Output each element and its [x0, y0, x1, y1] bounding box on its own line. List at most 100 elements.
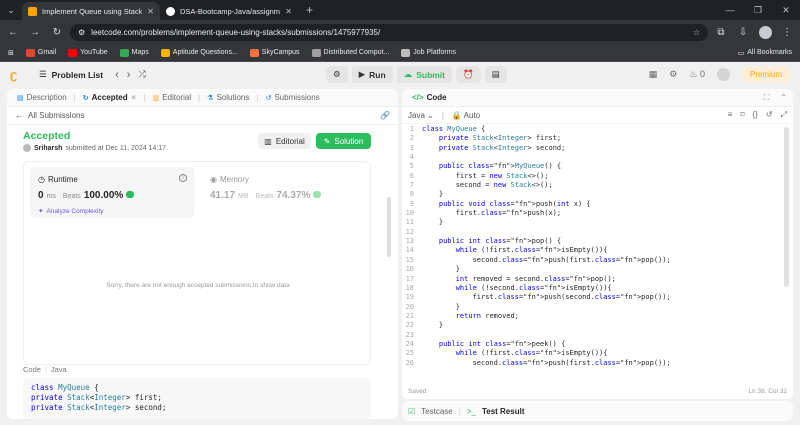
extensions-icon[interactable]: ⧉ — [712, 23, 730, 41]
bookmark-youtube[interactable]: YouTube — [68, 48, 108, 57]
runtime-card[interactable]: ◷ Runtime i 0 ms Beats 100.00% ✦ Analyze C… — [30, 167, 195, 218]
all-submissions-link[interactable]: ← All Submissions 🔗 — [7, 107, 398, 125]
code-line[interactable]: 11 } — [402, 218, 793, 227]
code-line[interactable]: 5 public class="fn">MyQueue() { — [402, 162, 793, 171]
code-line[interactable]: 17 int removed = second.class="fn">pop()… — [402, 275, 793, 284]
prev-problem-icon[interactable]: ‹ — [115, 69, 119, 81]
run-button[interactable]: ▶ Run — [351, 66, 393, 83]
bookmark-job-platforms[interactable]: Job Platforms — [401, 48, 456, 57]
analyze-complexity-link[interactable]: ✦ Analyze Complexity — [38, 207, 104, 216]
language-select[interactable]: Java ⌄ — [408, 111, 434, 120]
code-line[interactable]: 10 first.class="fn">push(x); — [402, 209, 793, 218]
tab-submissions[interactable]: ↺ Submissions — [261, 93, 323, 102]
profile-avatar[interactable] — [756, 23, 774, 41]
code-line[interactable]: 18 while (!second.class="fn">isEmpty()){ — [402, 284, 793, 293]
shuffle-icon[interactable]: ⤮ — [138, 69, 145, 80]
code-line[interactable]: 23 — [402, 331, 793, 340]
tab-search-icon[interactable]: ⌄ — [0, 0, 22, 20]
settings-gear-icon[interactable]: ⚙ — [669, 69, 677, 80]
line-text: } — [422, 321, 444, 330]
all-bookmarks[interactable]: ▭ All Bookmarks — [738, 49, 792, 57]
submission-user[interactable]: Sriharsh — [34, 145, 62, 152]
code-line[interactable]: 13 public int class="fn">pop() { — [402, 237, 793, 246]
code-line[interactable]: 7 second = new Stack<>(); — [402, 181, 793, 190]
code-line[interactable]: 2 private Stack<Integer> first; — [402, 134, 793, 143]
debug-button[interactable]: ⚙ — [326, 66, 348, 83]
braces-icon[interactable]: {} — [753, 110, 758, 120]
code-editor[interactable]: 1 class MyQueue {2 private Stack<Integer>… — [402, 125, 793, 375]
leetcode-logo-icon[interactable]: ʗ — [10, 68, 23, 81]
code-line[interactable]: 19 first.class="fn">push(second.class="f… — [402, 293, 793, 302]
code-line[interactable]: 8 } — [402, 190, 793, 199]
url-bar[interactable]: ⚙ leetcode.com/problems/implement-queue-… — [70, 23, 708, 41]
bookmark-gmail[interactable]: Gmail — [25, 48, 56, 57]
code-line[interactable]: 3 private Stack<Integer> second; — [402, 144, 793, 153]
tab-code[interactable]: </> Code — [408, 93, 451, 102]
code-line[interactable]: 24 public int class="fn">peek() { — [402, 340, 793, 349]
downloads-icon[interactable]: ⇩ — [734, 23, 752, 41]
reset-icon[interactable]: ↺ — [766, 110, 773, 120]
timer-button[interactable]: ⏰ — [456, 66, 481, 83]
new-tab-icon[interactable]: + — [298, 3, 321, 20]
close-tab-icon[interactable]: ✕ — [131, 94, 137, 102]
tab-accepted[interactable]: ↻ Accepted ✕ — [79, 93, 141, 102]
browser-menu-icon[interactable]: ⋮ — [778, 23, 796, 41]
tab-solutions[interactable]: ⚗ Solutions — [203, 93, 253, 102]
submit-button[interactable]: ☁ Submit — [396, 66, 453, 83]
code-line[interactable]: 15 second.class="fn">push(first.class="f… — [402, 256, 793, 265]
code-line[interactable]: 9 public void class="fn">push(int x) { — [402, 200, 793, 209]
close-window-icon[interactable]: ✕ — [772, 5, 800, 16]
auto-mode[interactable]: 🔒 Auto — [452, 111, 480, 120]
format-icon[interactable]: ≡ — [728, 110, 733, 120]
close-tab-icon[interactable]: ✕ — [285, 7, 292, 16]
solution-button[interactable]: ✎ Solution — [316, 133, 371, 149]
maximize-panel-icon[interactable]: ⛶ — [764, 93, 770, 103]
user-avatar[interactable] — [716, 68, 730, 81]
reload-icon[interactable]: ↻ — [48, 23, 66, 41]
code-line[interactable]: 6 first = new Stack<>(); — [402, 172, 793, 181]
editorial-button[interactable]: ▥ Editorial — [258, 133, 311, 149]
browser-tab-github[interactable]: DSA-Bootcamp-Java/assignme ✕ — [160, 2, 298, 20]
back-icon[interactable]: ← — [4, 23, 22, 41]
memory-card[interactable]: ◉ Memory 41.17 MB Beats 74.37% — [210, 167, 360, 218]
premium-button[interactable]: Premium — [741, 67, 790, 82]
bookmark-icon[interactable]: ⌑ — [740, 110, 744, 120]
code-line[interactable]: 1 class MyQueue { — [402, 125, 793, 134]
tab-description[interactable]: ▤ Description — [13, 93, 71, 102]
streak[interactable]: ♨ 0 — [689, 69, 705, 80]
fullscreen-icon[interactable]: ⤢ — [781, 110, 787, 120]
tab-editorial[interactable]: ▥ Editorial — [149, 93, 196, 102]
bookmark-star-icon[interactable]: ☆ — [693, 28, 700, 37]
layout-icon[interactable]: ▦ — [649, 69, 658, 80]
maximize-icon[interactable]: ❐ — [744, 5, 772, 16]
bookmark-skycampus[interactable]: SkyCampus — [249, 48, 300, 57]
next-problem-icon[interactable]: › — [127, 69, 131, 81]
code-line[interactable]: 16 } — [402, 265, 793, 274]
browser-tab-leetcode[interactable]: Implement Queue using Stack ✕ — [22, 2, 160, 20]
code-line[interactable]: 21 return removed; — [402, 312, 793, 321]
bookmark-maps[interactable]: Maps — [119, 48, 149, 57]
minimize-icon[interactable]: — — [716, 5, 744, 15]
code-line[interactable]: 4 — [402, 153, 793, 162]
forward-icon[interactable]: → — [26, 23, 44, 41]
code-line[interactable]: 12 — [402, 228, 793, 237]
share-link-icon[interactable]: 🔗 — [380, 111, 390, 120]
code-line[interactable]: 22 } — [402, 321, 793, 330]
close-tab-icon[interactable]: ✕ — [147, 7, 154, 16]
tab-test-result[interactable]: Test Result — [482, 407, 525, 416]
code-line[interactable]: 20 } — [402, 303, 793, 312]
problem-list-button[interactable]: ☰ Problem List — [39, 69, 103, 80]
bookmark-distributed[interactable]: Distributed Comput... — [311, 48, 389, 57]
code-line[interactable]: 26 second.class="fn">push(first.class="f… — [402, 359, 793, 368]
code-line[interactable]: 25 while (!first.class="fn">isEmpty()){ — [402, 349, 793, 358]
left-scrollbar[interactable] — [387, 197, 391, 257]
info-icon[interactable]: i — [179, 174, 187, 182]
bookmark-apps-icon[interactable]: ⊞ — [8, 49, 14, 57]
collapse-panel-icon[interactable]: ⌃ — [780, 93, 787, 102]
tab-testcase[interactable]: Testcase — [421, 407, 453, 416]
site-info-icon[interactable]: ⚙ — [78, 28, 85, 37]
bookmark-aptitude[interactable]: Aptitude Questions... — [160, 48, 238, 57]
code-line[interactable]: 14 while (!first.class="fn">isEmpty()){ — [402, 246, 793, 255]
notes-button[interactable]: ▤ — [484, 66, 507, 83]
editor-scrollbar[interactable] — [784, 127, 789, 287]
